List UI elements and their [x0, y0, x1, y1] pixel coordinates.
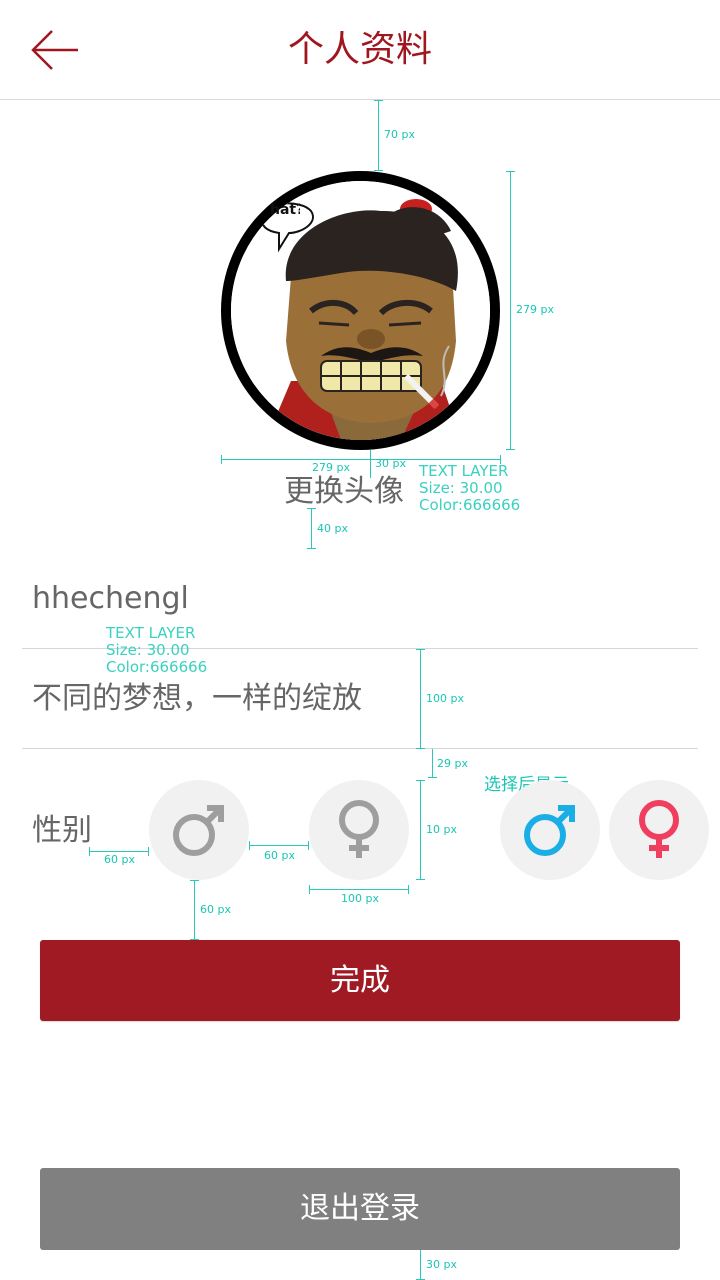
measure-tick: [416, 879, 425, 880]
page-title: 个人资料: [287, 29, 432, 70]
measure-line: [89, 851, 149, 852]
female-button[interactable]: [309, 780, 409, 880]
text-layer-note: TEXT LAYER Size: 30.00 Color:666666: [106, 624, 208, 676]
measure-label-100-horizontal: 100 px: [341, 892, 379, 905]
measure-label-10: 10 px: [426, 823, 457, 836]
measure-line: [420, 1250, 421, 1280]
measure-line: [311, 508, 312, 548]
measure-label-30: 30 px: [426, 1258, 457, 1271]
male-button-selected[interactable]: [500, 780, 600, 880]
measure-label-70: 70 px: [384, 128, 415, 141]
measure-line: [378, 100, 379, 170]
signature-field[interactable]: 不同的梦想，一样的绽放: [32, 678, 362, 720]
measure-tick: [308, 841, 309, 850]
measure-label-100-vertical: 100 px: [426, 692, 464, 705]
measure-tick: [190, 880, 199, 881]
measure-tick: [309, 885, 310, 894]
measure-tick: [148, 847, 149, 856]
done-button[interactable]: 完成: [40, 940, 680, 1021]
measure-tick: [428, 777, 437, 778]
measure-tick: [374, 100, 383, 101]
measure-line: [309, 889, 409, 890]
measure-tick: [374, 170, 383, 171]
speech-bubble-text: hat?: [270, 202, 300, 218]
male-icon: [524, 805, 575, 856]
male-icon: [173, 805, 224, 856]
measure-tick: [416, 649, 425, 650]
divider: [22, 748, 698, 749]
measure-tick: [506, 449, 515, 450]
svg-text:hat?: hat?: [270, 202, 300, 218]
measure-line: [510, 171, 511, 449]
measure-label-60: 60 px: [104, 853, 135, 866]
measure-line: [420, 649, 421, 748]
measure-tick: [89, 847, 90, 856]
measure-line: [221, 459, 500, 460]
username-field[interactable]: hhechengl: [32, 578, 189, 620]
measure-tick: [190, 939, 199, 940]
female-button-selected[interactable]: [609, 780, 709, 880]
measure-tick: [416, 780, 425, 781]
measure-line: [420, 780, 421, 880]
measure-label-30: 30 px: [375, 457, 406, 470]
measure-tick: [307, 508, 316, 509]
measure-line: [370, 450, 371, 478]
avatar-image: [231, 181, 490, 440]
female-icon: [639, 800, 679, 858]
measure-label-29: 29 px: [437, 757, 468, 770]
female-icon: [339, 800, 379, 858]
measure-tick: [249, 841, 250, 850]
measure-line: [432, 749, 433, 777]
measure-label-279-horizontal: 279 px: [312, 461, 350, 474]
measure-tick: [307, 548, 316, 549]
measure-tick: [408, 885, 409, 894]
gender-label: 性别: [32, 813, 92, 848]
measure-label-279-vertical: 279 px: [516, 303, 554, 316]
text-layer-note: TEXT LAYER Size: 30.00 Color:666666: [419, 462, 521, 514]
measure-tick: [506, 171, 515, 172]
measure-line: [194, 880, 195, 940]
measure-label-60: 60 px: [264, 849, 295, 862]
measure-label-60: 60 px: [200, 903, 231, 916]
cartoon-avatar-illustration: [231, 181, 490, 440]
change-avatar-label[interactable]: 更换头像: [284, 472, 404, 512]
measure-label-40: 40 px: [317, 522, 348, 535]
measure-line: [249, 845, 309, 846]
measure-tick: [221, 455, 222, 464]
measure-tick: [416, 748, 425, 749]
logout-button[interactable]: 退出登录: [40, 1168, 680, 1250]
male-button[interactable]: [149, 780, 249, 880]
